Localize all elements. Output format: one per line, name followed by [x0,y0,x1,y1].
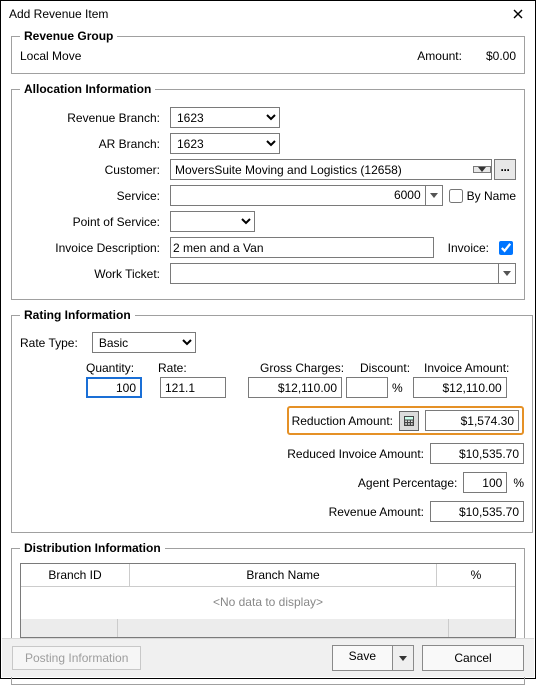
reduction-amount-highlight: Reduction Amount: $1,574.30 [287,406,524,435]
revenue-group-legend: Revenue Group [20,29,117,43]
invoice-amount-value: $12,110.00 [413,377,507,398]
cancel-button[interactable]: Cancel [422,645,524,671]
agent-percentage-sign: % [513,476,524,490]
work-ticket-label: Work Ticket: [20,267,164,281]
save-button[interactable]: Save [332,645,414,671]
invoice-checkbox-label: Invoice: [448,241,489,255]
col-branch-id[interactable]: Branch ID [21,564,130,586]
quantity-header: Quantity: [86,361,148,375]
work-ticket-select[interactable] [170,263,516,284]
work-ticket-value [171,264,498,283]
rate-type-select[interactable]: Basic [92,332,196,353]
calculator-icon[interactable] [399,411,419,431]
service-dropdown-icon[interactable] [425,186,442,205]
rating-section: Rating Information Rate Type: Basic Quan… [11,308,533,533]
discount-header: Discount: [360,361,420,375]
agent-percentage-input[interactable] [463,472,507,493]
invoice-checkbox[interactable] [499,241,513,255]
ar-branch-select[interactable]: 1623 [170,133,280,154]
ar-branch-label: AR Branch: [20,137,164,151]
invoice-description-input[interactable] [170,237,434,258]
distribution-legend: Distribution Information [20,541,165,555]
rate-header: Rate: [158,361,242,375]
gross-charges-header: Gross Charges: [260,361,356,375]
discount-percent-sign: % [392,381,403,395]
rating-legend: Rating Information [20,308,135,322]
customer-browse-button[interactable]: ··· [494,159,516,180]
distribution-empty-text: <No data to display> [21,587,515,619]
point-of-service-label: Point of Service: [20,215,164,229]
invoice-description-label: Invoice Description: [20,241,164,255]
allocation-section: Allocation Information Revenue Branch: 1… [11,82,525,300]
revenue-branch-select[interactable]: 1623 [170,107,280,128]
service-value: 6000 [171,186,425,205]
customer-label: Customer: [20,163,164,177]
revenue-group-label: Local Move [20,49,81,63]
by-name-checkbox[interactable] [449,189,463,203]
revenue-amount-label: Revenue Amount: [329,505,424,519]
distribution-table: Branch ID Branch Name % <No data to disp… [20,563,516,638]
service-select[interactable]: 6000 [170,185,443,206]
reduction-amount-label: Reduction Amount: [292,414,393,428]
titlebar: Add Revenue Item [1,1,535,27]
reduced-invoice-amount-label: Reduced Invoice Amount: [287,447,424,461]
reduction-amount-value: $1,574.30 [425,410,519,431]
customer-value: MoversSuite Moving and Logistics (12658) [171,163,473,177]
save-dropdown-icon[interactable] [392,646,413,670]
revenue-amount-value: $10,535.70 [430,501,524,522]
gross-charges-value: $12,110.00 [248,377,342,398]
discount-input[interactable] [346,377,388,398]
window-title: Add Revenue Item [9,7,108,21]
by-name-checkbox-wrap[interactable]: By Name [449,189,516,203]
revenue-branch-label: Revenue Branch: [20,111,164,125]
add-revenue-item-window: Add Revenue Item Revenue Group Local Mov… [0,0,536,679]
rate-type-label: Rate Type: [20,336,78,350]
distribution-footer-row [21,619,515,637]
posting-information-button: Posting Information [12,646,141,670]
bottom-bar: Posting Information Save Cancel [2,638,534,677]
revenue-group-amount-label: Amount: [417,49,462,63]
invoice-amount-header: Invoice Amount: [424,361,524,375]
by-name-label: By Name [467,189,516,203]
revenue-group-section: Revenue Group Local Move Amount: $0.00 [11,29,525,74]
col-branch-name[interactable]: Branch Name [130,564,437,586]
agent-percentage-label: Agent Percentage: [358,476,457,490]
close-icon[interactable] [509,7,527,21]
distribution-header-row: Branch ID Branch Name % [21,564,515,587]
col-percent[interactable]: % [437,564,515,586]
work-ticket-dropdown-icon[interactable] [498,264,515,283]
quantity-input[interactable] [86,377,142,398]
customer-dropdown-icon[interactable] [473,166,491,173]
customer-select[interactable]: MoversSuite Moving and Logistics (12658) [170,159,492,180]
service-label: Service: [20,189,164,203]
point-of-service-select[interactable] [170,211,255,232]
save-button-label: Save [333,646,392,670]
reduced-invoice-amount-value: $10,535.70 [430,443,524,464]
rate-input[interactable] [160,377,226,398]
allocation-legend: Allocation Information [20,82,155,96]
revenue-group-amount-value: $0.00 [486,49,516,63]
